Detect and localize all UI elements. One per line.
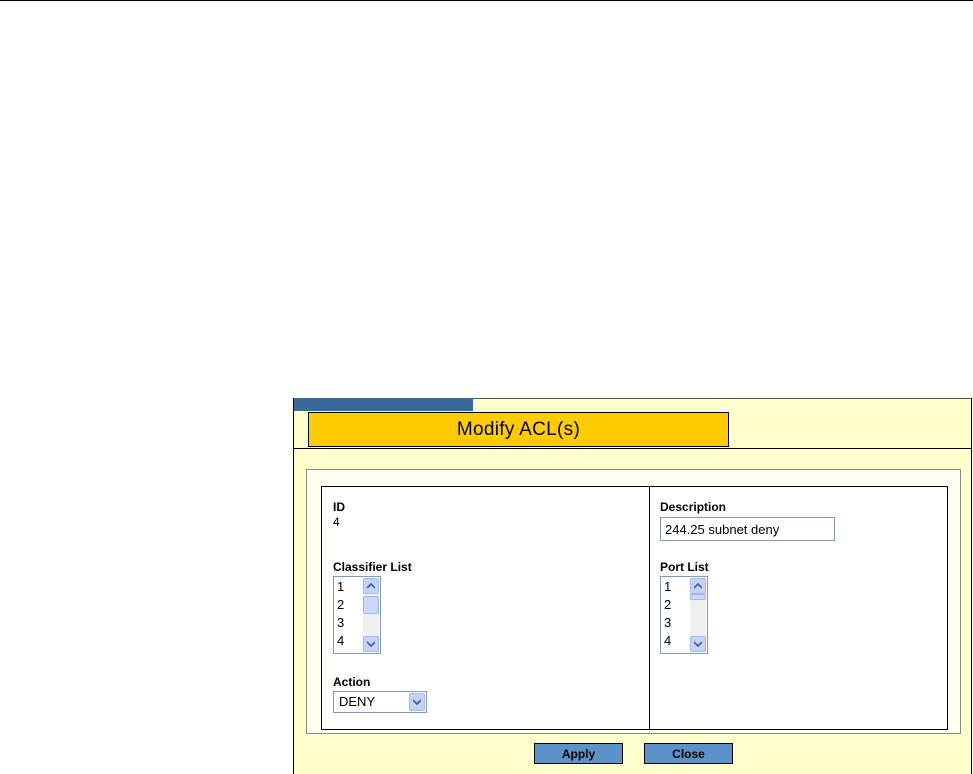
tab-top-line (473, 398, 971, 399)
port-listbox[interactable]: 1 2 3 4 (660, 576, 708, 654)
title-underline (294, 448, 971, 449)
port-scroll-thumb[interactable] (690, 594, 706, 600)
form-container: ID 4 Classifier List 1 2 3 4 Action DENY… (306, 469, 961, 734)
port-list-label: Port List (660, 560, 709, 574)
top-divider (0, 0, 973, 1)
port-option[interactable]: 3 (664, 614, 690, 632)
arrow-up-icon[interactable] (690, 578, 706, 594)
dialog-title: Modify ACL(s) (308, 412, 729, 447)
port-option[interactable]: 1 (664, 578, 690, 596)
form-table: ID 4 Classifier List 1 2 3 4 Action DENY… (321, 486, 948, 730)
action-label: Action (333, 675, 371, 689)
description-input[interactable] (660, 517, 835, 541)
classifier-option[interactable]: 1 (337, 578, 363, 596)
classifier-scrollbar[interactable] (363, 578, 379, 652)
classifier-listbox[interactable]: 1 2 3 4 (333, 576, 381, 654)
classifier-option[interactable]: 4 (337, 632, 363, 650)
port-option[interactable]: 4 (664, 632, 690, 650)
classifier-option[interactable]: 3 (337, 614, 363, 632)
column-divider (649, 487, 650, 729)
chevron-down-icon[interactable] (409, 693, 425, 711)
action-selected-value: DENY (339, 694, 376, 709)
id-value: 4 (333, 515, 340, 529)
classifier-list-label: Classifier List (333, 560, 412, 574)
apply-button[interactable]: Apply (534, 743, 623, 764)
id-label: ID (333, 500, 345, 514)
action-select[interactable]: DENY (333, 691, 427, 713)
arrow-down-icon[interactable] (363, 636, 379, 652)
description-label: Description (660, 500, 727, 514)
arrow-down-icon[interactable] (690, 636, 706, 652)
arrow-up-icon[interactable] (363, 578, 379, 594)
close-button[interactable]: Close (644, 743, 733, 764)
accent-tab (294, 398, 473, 411)
modify-acl-panel: Modify ACL(s) ID 4 Classifier List 1 2 3… (293, 398, 972, 774)
port-scrollbar[interactable] (690, 578, 706, 652)
dialog-title-text: Modify ACL(s) (456, 418, 581, 440)
classifier-scroll-thumb[interactable] (363, 596, 379, 614)
port-option[interactable]: 2 (664, 596, 690, 614)
classifier-option[interactable]: 2 (337, 596, 363, 614)
